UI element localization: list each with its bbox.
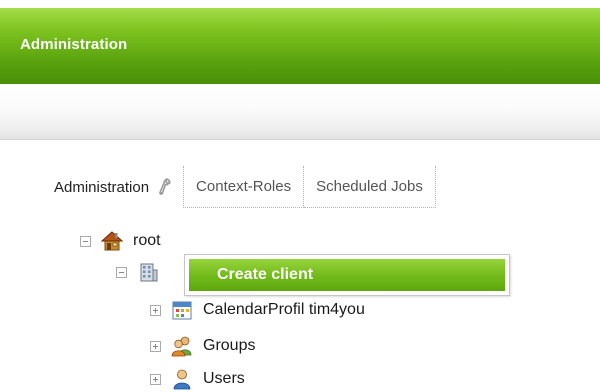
tree-node-calendar-label: CalendarProfil tim4you [203,301,365,318]
tree-node-client[interactable] [116,259,169,285]
create-client-menu-item[interactable]: Create client [189,259,505,291]
group-icon [171,336,192,357]
collapse-toggle[interactable] [80,235,91,247]
context-menu: Create client [184,254,510,296]
create-client-label: Create client [217,266,314,283]
expand-toggle[interactable] [150,340,161,352]
tree-node-root[interactable]: root [80,228,161,254]
admin-tree: root CalendarProfil tim4you Groups Users [0,0,600,390]
tree-node-users-label: Users [203,370,245,387]
tree-node-groups[interactable]: Groups [150,333,255,359]
tree-node-root-label: root [133,232,161,249]
user-icon [173,369,191,390]
collapse-toggle[interactable] [116,266,127,278]
tree-node-users[interactable]: Users [150,366,245,392]
building-icon [140,263,158,282]
tree-node-calendar[interactable]: CalendarProfil tim4you [150,297,365,323]
house-icon [101,231,123,251]
expand-toggle[interactable] [150,304,161,316]
tree-node-groups-label: Groups [203,337,256,354]
expand-toggle[interactable] [150,373,161,385]
calendar-icon [172,301,192,320]
